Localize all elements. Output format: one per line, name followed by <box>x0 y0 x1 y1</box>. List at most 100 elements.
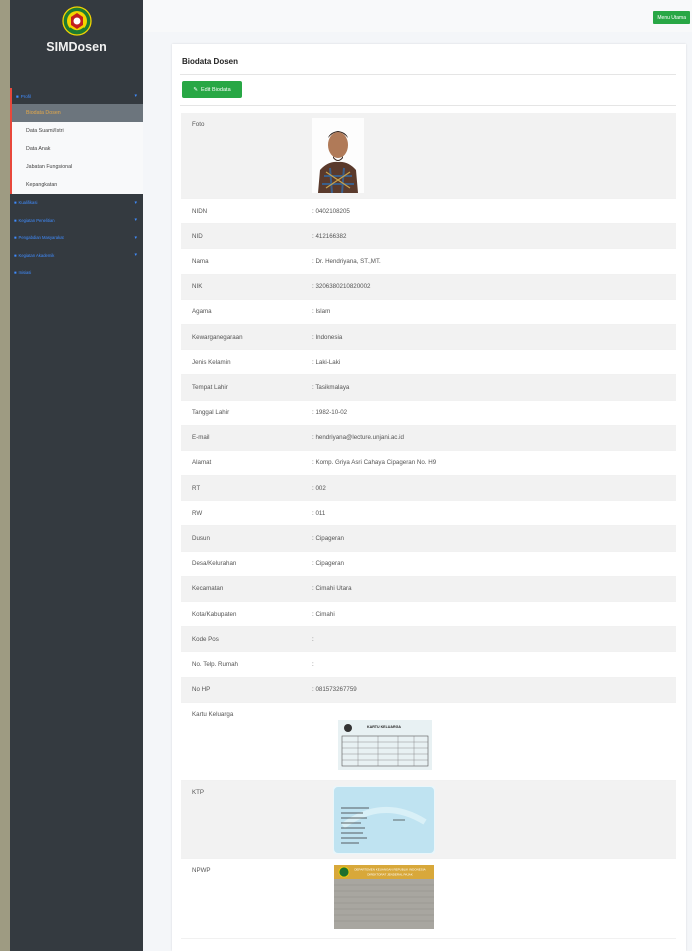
table-row: Kartu Keluarga KARTU KELUARGA <box>181 702 676 781</box>
chevron-down-icon: ▾ <box>134 217 137 224</box>
sidebar-item[interactable]: Jabatan Fungsional <box>12 158 143 176</box>
nav-label: Kualifikasi <box>18 200 38 206</box>
sidebar-item[interactable]: Kepangkatan <box>12 176 143 194</box>
chevron-down-icon: ▾ <box>134 93 137 99</box>
field-value <box>312 113 676 193</box>
sidebar-item[interactable]: Data Suami/Istri <box>12 122 143 140</box>
sidebar-item[interactable]: Data Anak <box>12 140 143 158</box>
sidebar-nav-item[interactable]: ■ Inisiasi <box>10 264 143 282</box>
field-label: Alamat <box>192 459 212 467</box>
field-value: : <box>312 660 314 668</box>
menu-icon: ■ <box>14 252 17 258</box>
npwp-header-2: DIREKTORAT JENDERAL PAJAK <box>367 872 413 876</box>
field-label: Kecamatan <box>192 585 224 593</box>
field-label: Tempat Lahir <box>192 383 228 391</box>
table-row: Kecamatan : Cimahi Utara <box>181 576 676 602</box>
table-row: Nama : Dr. Hendriyana, ST.,MT. <box>181 249 676 275</box>
biodata-table: Foto NIDN: 0402108205 NID : 412166382 Nama:… <box>181 113 676 939</box>
edit-biodata-label: Edit Biodata <box>200 86 231 93</box>
table-row: Foto <box>181 113 676 199</box>
field-label: Agama <box>192 308 212 316</box>
sidebar-nav-item[interactable]: ■ Kegiatan Akademik ▾ <box>10 247 143 265</box>
chevron-down-icon: ▾ <box>134 252 137 259</box>
field-value: : Islam <box>312 308 331 316</box>
field-label: NID <box>192 232 203 240</box>
field-label: KTP <box>192 788 205 796</box>
table-row: Tempat Lahir: Tasikmalaya <box>181 375 676 401</box>
field-value: : 3206380210820002 <box>312 283 371 291</box>
field-value: : Laki-Laki <box>312 358 341 366</box>
field-value: : Dr. Hendriyana, ST.,MT. <box>312 257 381 265</box>
nav-label: Kegiatan Penelitian <box>18 217 55 223</box>
field-label: RT <box>192 484 201 492</box>
field-value: : 002 <box>312 484 326 492</box>
table-row: Tanggal Lahir : 1982-10-02 <box>181 400 676 426</box>
user-icon: ■ <box>16 93 19 99</box>
field-value: : 1982-10-02 <box>312 409 348 417</box>
sidebar-nav-item[interactable]: ■ Kegiatan Penelitian ▾ <box>10 212 143 230</box>
menu-icon: ■ <box>14 200 17 206</box>
field-value: : Cipageran <box>312 535 344 543</box>
field-label: Kode Pos <box>192 635 219 643</box>
field-label: E-mail <box>192 434 210 442</box>
table-row: Desa/Kelurahan: Cipageran <box>181 551 676 577</box>
field-label: RW <box>192 509 203 517</box>
npwp-header-1: DEPARTEMEN KEUANGAN REPUBLIK INDONESIA <box>354 867 425 871</box>
sidebar-item[interactable]: Biodata Dosen <box>12 104 143 122</box>
sidebar: SIMDosen ■ Profil ▾ Biodata Dosen Data Su… <box>10 0 143 951</box>
field-value: : 081573267759 <box>312 686 357 694</box>
nav-label: Pengabdian Masyarakat <box>18 235 64 241</box>
divider <box>180 74 676 75</box>
field-label: Desa/Kelurahan <box>192 560 237 568</box>
field-label: NPWP <box>192 866 211 874</box>
profil-label: Profil <box>20 93 31 99</box>
edit-biodata-button[interactable]: ✎ Edit Biodata <box>182 81 242 98</box>
profil-submenu: Biodata Dosen Data Suami/Istri Data Anak Ja… <box>12 104 143 194</box>
field-label: NIK <box>192 283 203 291</box>
table-row: Agama : Islam <box>181 299 676 325</box>
brand-name: SIMDosen <box>46 40 107 54</box>
biodata-card: Biodata Dosen ✎ Edit Biodata Foto NIDN:… <box>172 44 686 951</box>
field-value: : 0402108205 <box>312 207 350 215</box>
sidebar-nav-item[interactable]: ■ Pengabdian Masyarakat ▾ <box>10 229 143 247</box>
field-value: : Komp. Griya Asri Cahaya Cipageran No. … <box>312 459 437 467</box>
table-row: Kewarganegaraan: Indonesia <box>181 324 676 351</box>
field-label: Kartu Keluarga <box>192 710 234 718</box>
field-value: : 412166382 <box>312 232 347 240</box>
profile-photo <box>312 118 364 193</box>
npwp-image: DEPARTEMEN KEUANGAN REPUBLIK INDONESIA DI… <box>312 864 676 931</box>
sidebar-nav-item[interactable]: ■ Kualifikasi ▾ <box>10 194 143 212</box>
kartu-keluarga-image: KARTU KELUARGA <box>312 719 676 772</box>
profil-toggle[interactable]: ■ Profil ▾ <box>12 88 143 104</box>
field-value: : 011 <box>312 509 326 517</box>
table-row: NIDN: 0402108205 <box>181 199 676 225</box>
field-label: Dusun <box>192 535 210 543</box>
table-row: No HP : 081573267759 <box>181 677 676 703</box>
field-label: Nama <box>192 257 209 265</box>
nav-label: Inisiasi <box>18 270 32 276</box>
field-label: Kewarganegaraan <box>192 333 243 341</box>
table-row: Kode Pos: <box>181 627 676 653</box>
divider <box>180 105 676 106</box>
table-row: No. Telp. Rumah: <box>181 652 676 678</box>
field-label: Tanggal Lahir <box>192 409 230 417</box>
field-value: : hendriyana@lecture.unjani.ac.id <box>312 434 404 442</box>
table-row: NPWP DEPARTEMEN KEUANGAN REPUBLIK INDONES… <box>181 858 676 939</box>
field-value: KARTU KELUARGA <box>312 703 676 772</box>
field-label: No. Telp. Rumah <box>192 660 238 668</box>
menu-utama-button[interactable]: Menu Utama <box>653 11 690 24</box>
table-row: Alamat : Komp. Griya Asri Cahaya Cipagera… <box>181 450 676 477</box>
sidebar-nav: ■ Kualifikasi ▾ ■ Kegiatan Penelitian ▾ ■ Penga… <box>10 194 143 282</box>
top-navbar: Menu Utama <box>143 0 692 32</box>
field-value: DEPARTEMEN KEUANGAN REPUBLIK INDONESIA DI… <box>312 859 676 931</box>
kk-title: KARTU KELUARGA <box>367 725 401 729</box>
nav-label: Kegiatan Akademik <box>18 252 55 258</box>
field-value: : Cimahi Utara <box>312 585 352 593</box>
table-row: Kota/Kabupaten: Cimahi <box>181 602 676 628</box>
field-label: No HP <box>192 686 211 694</box>
table-row: Dusun : Cipageran <box>181 526 676 552</box>
table-row: Jenis Kelamin: Laki-Laki <box>181 350 676 376</box>
university-logo-icon <box>61 6 92 36</box>
menu-icon: ■ <box>14 235 17 241</box>
menu-icon: ■ <box>14 217 17 223</box>
